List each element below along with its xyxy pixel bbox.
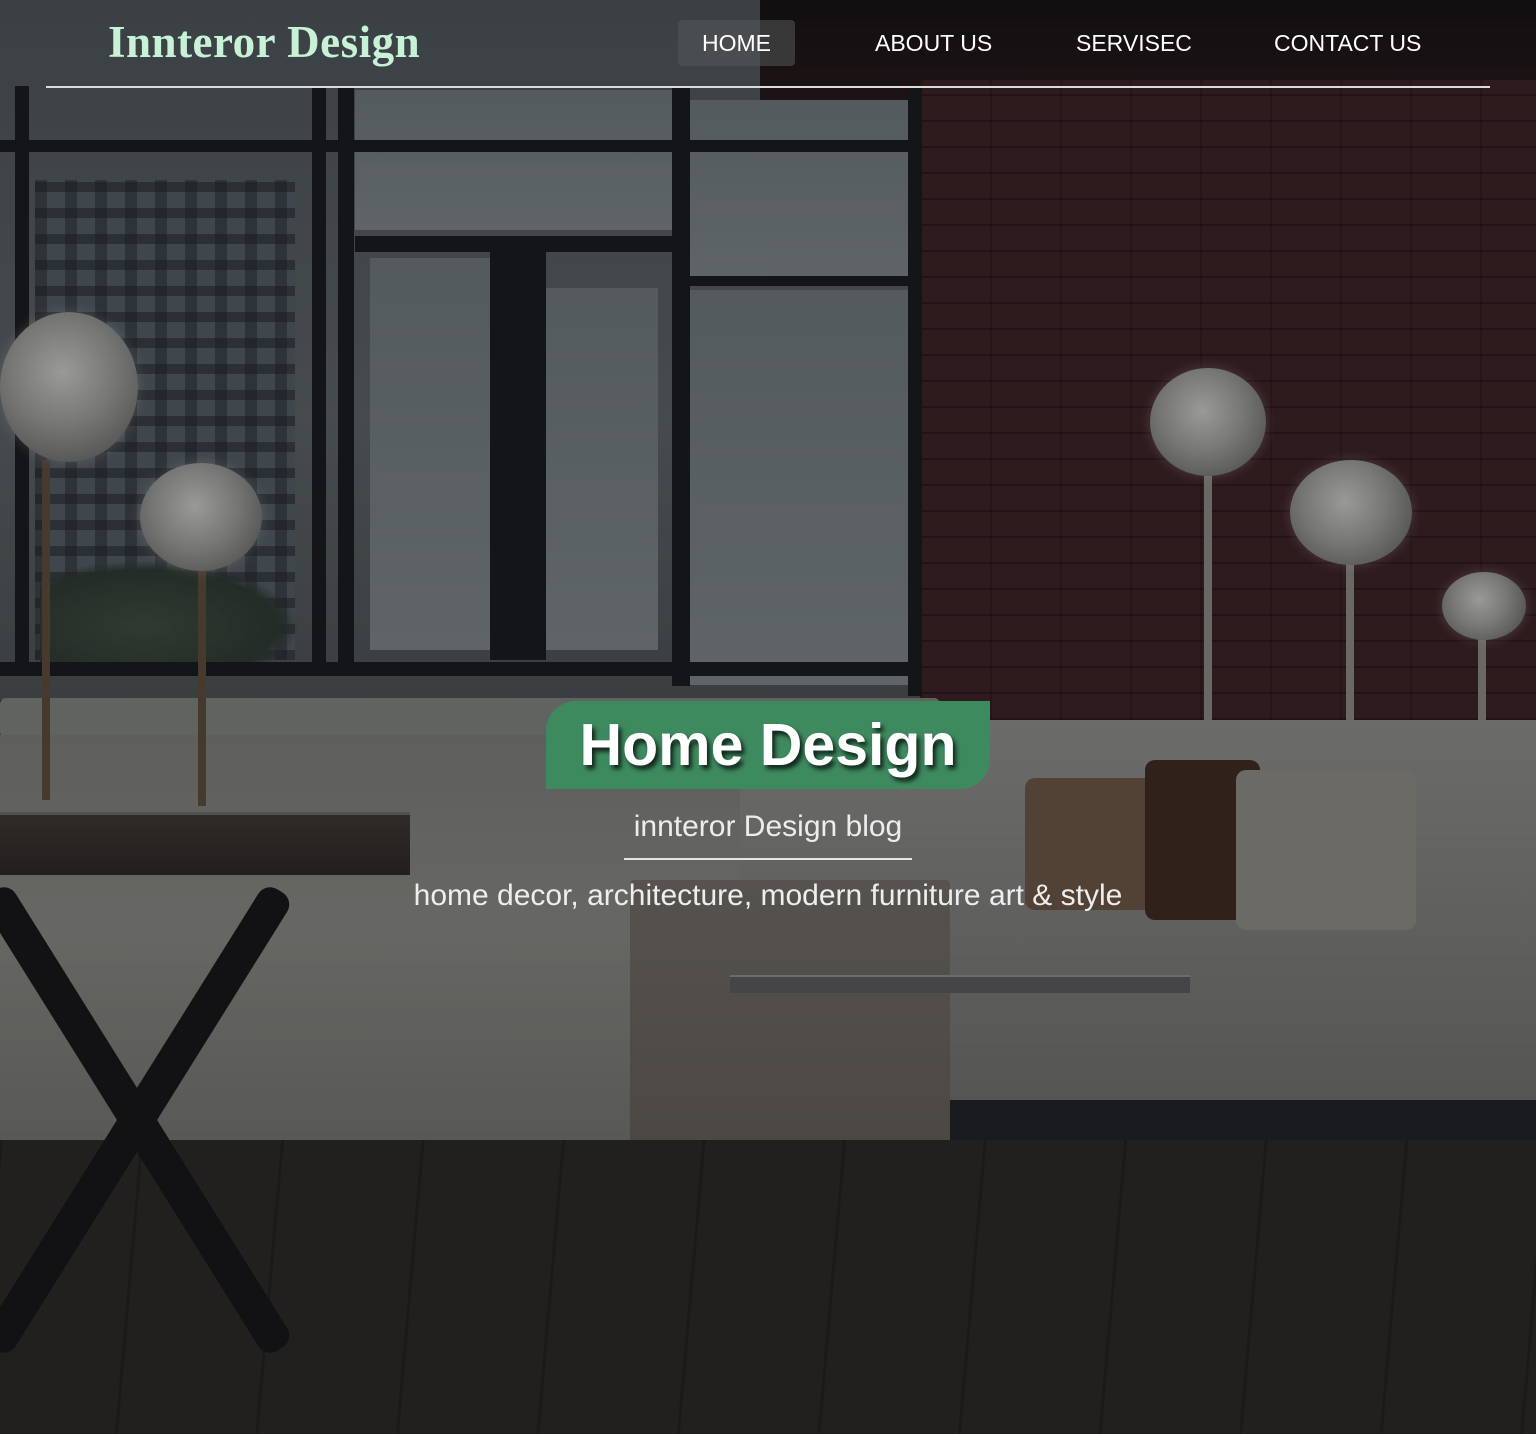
hero-title: Home Design [546,701,990,789]
site-header: Innteror Design HOME ABOUT US SERVISEC C… [46,0,1490,88]
hero-subtitle: innteror Design blog [624,806,912,860]
nav-home[interactable]: HOME [678,20,795,66]
nav-contact-us[interactable]: CONTACT US [1274,20,1421,66]
main-nav: HOME ABOUT US SERVISEC CONTACT US [678,20,1490,66]
hero-tagline: home decor, architecture, modern furnitu… [413,879,1123,912]
nav-about-us[interactable]: ABOUT US [875,20,992,66]
site-logo[interactable]: Innteror Design [108,16,420,68]
nav-services[interactable]: SERVISEC [1076,20,1192,66]
